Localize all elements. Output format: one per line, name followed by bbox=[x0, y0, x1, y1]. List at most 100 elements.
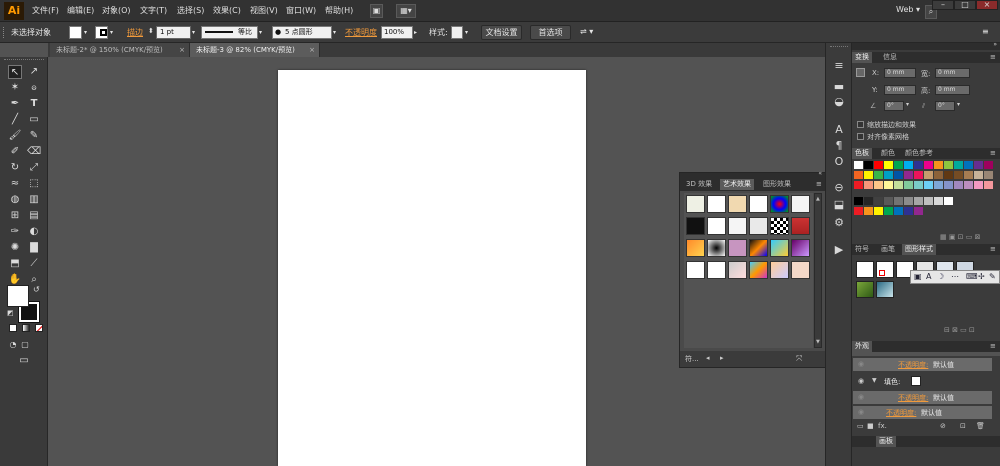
tab-appearance[interactable]: 外观 bbox=[852, 341, 872, 352]
arrange-documents-icon[interactable]: ▦▾ bbox=[396, 4, 416, 18]
art-effect-thumbnail[interactable] bbox=[749, 217, 768, 235]
text-icon[interactable]: A bbox=[926, 272, 931, 281]
chevron-down-icon[interactable]: ▾ bbox=[333, 29, 336, 36]
magic-wand-tool-icon[interactable]: ✶ bbox=[8, 81, 22, 95]
swatch-options-icon[interactable]: ▦ ▣ ⊡ ▭ ⊠ bbox=[940, 233, 980, 241]
opacity-link[interactable]: 不透明度: bbox=[898, 393, 928, 403]
dock-title-bar[interactable]: » bbox=[852, 41, 1000, 50]
art-effect-thumbnail[interactable] bbox=[749, 195, 768, 213]
more-icon[interactable]: ⋯ bbox=[951, 272, 959, 281]
scrollbar[interactable]: ▲ ▼ bbox=[814, 193, 822, 348]
screen-mode-icon[interactable]: ▭ bbox=[16, 354, 32, 368]
tab-artboards[interactable]: 画板 bbox=[876, 436, 896, 447]
clear-appearance-icon[interactable]: ⊘ bbox=[940, 422, 946, 430]
color-swatch[interactable] bbox=[914, 161, 923, 169]
color-swatch[interactable] bbox=[864, 161, 873, 169]
menu-edit[interactable]: 编辑(E) bbox=[67, 5, 94, 16]
chevron-down-icon[interactable]: ▾ bbox=[957, 101, 960, 108]
default-fill-stroke-icon[interactable]: ◩ bbox=[7, 309, 14, 317]
menu-object[interactable]: 对象(O) bbox=[102, 5, 131, 16]
document-tab[interactable]: 未标题-2* @ 150% (CMYK/预览) × bbox=[50, 43, 190, 57]
shear-input[interactable]: 0° bbox=[935, 101, 955, 111]
art-effect-thumbnail[interactable] bbox=[728, 195, 747, 213]
add-effect-button[interactable]: fx. bbox=[878, 422, 887, 430]
free-transform-tool-icon[interactable]: ⬚ bbox=[27, 177, 41, 191]
actions-panel-icon[interactable]: ▶ bbox=[832, 243, 846, 257]
appearance-row[interactable]: ◉ 不透明度: 默认值 bbox=[853, 358, 992, 371]
stepper-icon[interactable]: ⬍ bbox=[148, 27, 154, 35]
menu-type[interactable]: 文字(T) bbox=[140, 5, 167, 16]
opacity-link[interactable]: 不透明度: bbox=[898, 360, 928, 370]
chevron-right-icon[interactable]: ▸ bbox=[414, 29, 417, 36]
keyboard-icon[interactable]: ⌨ bbox=[966, 272, 978, 281]
color-swatch[interactable] bbox=[944, 171, 953, 179]
close-tab-icon[interactable]: × bbox=[179, 43, 185, 57]
color-swatch[interactable] bbox=[884, 197, 893, 205]
wrench-icon[interactable]: ✎ bbox=[989, 272, 996, 281]
style-swatch[interactable] bbox=[451, 26, 463, 39]
fill-swatch[interactable] bbox=[69, 26, 82, 39]
type-tool-icon[interactable]: T bbox=[27, 97, 41, 111]
art-effect-thumbnail[interactable] bbox=[686, 239, 705, 257]
color-swatch[interactable] bbox=[904, 171, 913, 179]
color-swatch[interactable] bbox=[924, 171, 933, 179]
art-effect-thumbnail[interactable] bbox=[728, 217, 747, 235]
color-swatch[interactable] bbox=[914, 181, 923, 189]
height-input[interactable]: 0 mm bbox=[935, 85, 970, 95]
maximize-button[interactable]: □ bbox=[954, 0, 976, 10]
color-swatch[interactable] bbox=[924, 161, 933, 169]
character-panel-icon[interactable]: A bbox=[832, 123, 846, 137]
column-graph-tool-icon[interactable]: ▇ bbox=[27, 241, 41, 255]
library-menu-button[interactable]: 符... bbox=[685, 354, 699, 364]
menu-effect[interactable]: 效果(C) bbox=[213, 5, 241, 16]
color-swatch[interactable] bbox=[884, 207, 893, 215]
appearance-row[interactable]: ◉ 不透明度: 默认值 bbox=[853, 391, 992, 404]
opacity-input[interactable]: 100% bbox=[381, 26, 413, 39]
art-effect-thumbnail[interactable] bbox=[686, 261, 705, 279]
art-effect-thumbnail[interactable] bbox=[770, 195, 789, 213]
draw-behind-icon[interactable]: ▢ bbox=[18, 338, 32, 352]
color-swatch[interactable] bbox=[874, 197, 883, 205]
shape-builder-tool-icon[interactable]: ◍ bbox=[8, 193, 22, 207]
angle-input[interactable]: 0° bbox=[884, 101, 904, 111]
art-effect-thumbnail[interactable] bbox=[749, 239, 768, 257]
color-swatch[interactable] bbox=[874, 181, 883, 189]
duplicate-icon[interactable]: ⊡ bbox=[960, 422, 966, 430]
scroll-up-icon[interactable]: ▲ bbox=[816, 196, 820, 202]
art-effect-thumbnail[interactable] bbox=[686, 217, 705, 235]
art-effect-thumbnail[interactable] bbox=[770, 217, 789, 235]
tab-swatches[interactable]: 色板 bbox=[852, 148, 872, 159]
color-swatch[interactable] bbox=[864, 207, 873, 215]
fill-swatch[interactable] bbox=[911, 376, 921, 386]
blend-tool-icon[interactable]: ◐ bbox=[27, 225, 41, 239]
panel-menu-icon[interactable]: ≡ bbox=[990, 245, 996, 253]
art-effect-thumbnail[interactable] bbox=[791, 261, 810, 279]
direct-selection-tool-icon[interactable]: ↗ bbox=[27, 65, 41, 79]
color-swatch[interactable] bbox=[854, 171, 863, 179]
color-swatch[interactable] bbox=[864, 171, 873, 179]
panel-menu-icon[interactable]: ≡ bbox=[990, 53, 996, 61]
gradient-mode-icon[interactable] bbox=[22, 324, 30, 332]
opentype-panel-icon[interactable]: O bbox=[832, 155, 846, 169]
color-swatch[interactable] bbox=[944, 181, 953, 189]
pencil-tool-icon[interactable]: ✎ bbox=[27, 129, 41, 143]
color-swatch[interactable] bbox=[864, 181, 873, 189]
color-swatch[interactable] bbox=[894, 181, 903, 189]
chevron-down-icon[interactable]: ▾ bbox=[259, 29, 262, 36]
color-swatch[interactable] bbox=[944, 161, 953, 169]
gradient-tool-icon[interactable]: ▤ bbox=[27, 209, 41, 223]
chevron-down-icon[interactable]: ▾ bbox=[84, 29, 87, 36]
opacity-link[interactable]: 不透明度: bbox=[886, 408, 916, 418]
width-input[interactable]: 0 mm bbox=[935, 68, 970, 78]
chevron-down-icon[interactable]: ▾ bbox=[906, 101, 909, 108]
color-swatch[interactable] bbox=[964, 181, 973, 189]
color-swatch[interactable] bbox=[914, 171, 923, 179]
color-swatch[interactable] bbox=[974, 171, 983, 179]
color-swatch[interactable] bbox=[874, 171, 883, 179]
eye-icon[interactable]: ◉ bbox=[858, 393, 864, 401]
fill-color-box[interactable] bbox=[7, 285, 29, 307]
align-pixel-grid-checkbox[interactable] bbox=[857, 133, 864, 140]
menu-window[interactable]: 窗口(W) bbox=[286, 5, 316, 16]
line-tool-icon[interactable]: ╱ bbox=[8, 113, 22, 127]
graphic-styles-footer-icons[interactable]: ⊟ ⊠ ▭ ⊡ bbox=[944, 326, 975, 334]
